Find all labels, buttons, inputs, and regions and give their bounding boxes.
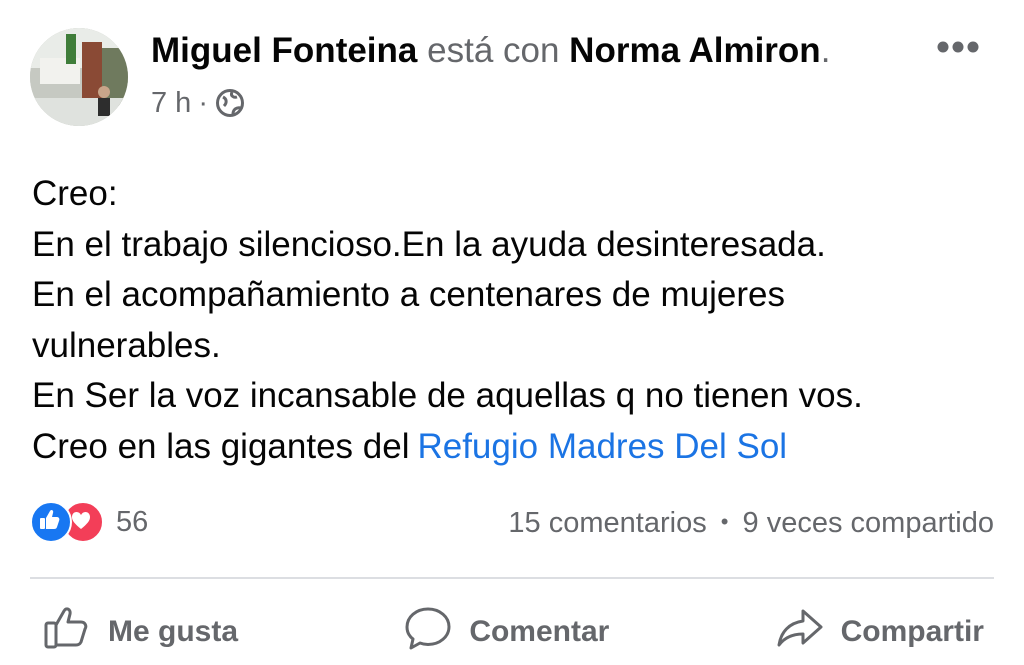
avatar-photo	[30, 28, 128, 126]
share-button[interactable]: Compartir	[763, 601, 994, 663]
comments-count[interactable]: 15 comentarios	[508, 507, 706, 539]
post-meta: 7 h ·	[151, 83, 245, 123]
post-line-6-prefix: Creo en las gigantes del	[32, 426, 410, 466]
divider	[30, 577, 994, 579]
comment-icon	[401, 601, 455, 663]
post-line-3: En el acompañamiento a centenares de muj…	[32, 275, 785, 314]
avatar[interactable]	[30, 28, 128, 126]
post-line-6: Creo en las gigantes del Refugio Madres D…	[32, 422, 1002, 473]
post-actions: Me gusta Comentar Compartir	[30, 600, 994, 664]
tagged-suffix: .	[820, 31, 831, 70]
stats-separator: •	[720, 509, 729, 534]
like-label: Me gusta	[108, 615, 239, 648]
post-line-5: En Ser la voz incansable de aquellas q n…	[32, 376, 863, 415]
post-stats: 15 comentarios • 9 veces compartido	[508, 503, 994, 545]
more-dots-icon[interactable]	[936, 40, 980, 54]
post-line-2: En el trabajo silencioso.En la ayuda des…	[32, 224, 826, 264]
reaction-count: 56	[116, 505, 149, 538]
post-time[interactable]: 7 h	[151, 83, 191, 123]
share-arrow-icon	[773, 601, 827, 663]
share-label: Compartir	[840, 615, 984, 648]
comment-label: Comentar	[469, 615, 610, 648]
thumbs-up-icon	[40, 601, 94, 663]
author-name[interactable]: Miguel Fonteina	[151, 31, 417, 70]
like-button[interactable]: Me gusta	[30, 601, 248, 663]
with-text: está con	[427, 31, 560, 70]
comment-button[interactable]: Comentar	[391, 601, 619, 663]
post-header: Miguel Fonteina está con Norma Almiron.	[151, 28, 830, 74]
post-line-1: Creo:	[32, 174, 118, 213]
shares-count[interactable]: 9 veces compartido	[743, 507, 994, 539]
tagged-name[interactable]: Norma Almiron	[569, 31, 821, 70]
post-line-4: vulnerables.	[32, 325, 221, 365]
meta-separator: ·	[198, 87, 208, 119]
like-reaction-icon	[30, 501, 72, 543]
page-link[interactable]: Refugio Madres Del Sol	[417, 427, 787, 466]
globe-icon	[215, 88, 245, 118]
post-text: Creo: En el trabajo silencioso.En la ayu…	[32, 169, 1002, 472]
reactions-summary[interactable]: 56	[30, 501, 148, 543]
